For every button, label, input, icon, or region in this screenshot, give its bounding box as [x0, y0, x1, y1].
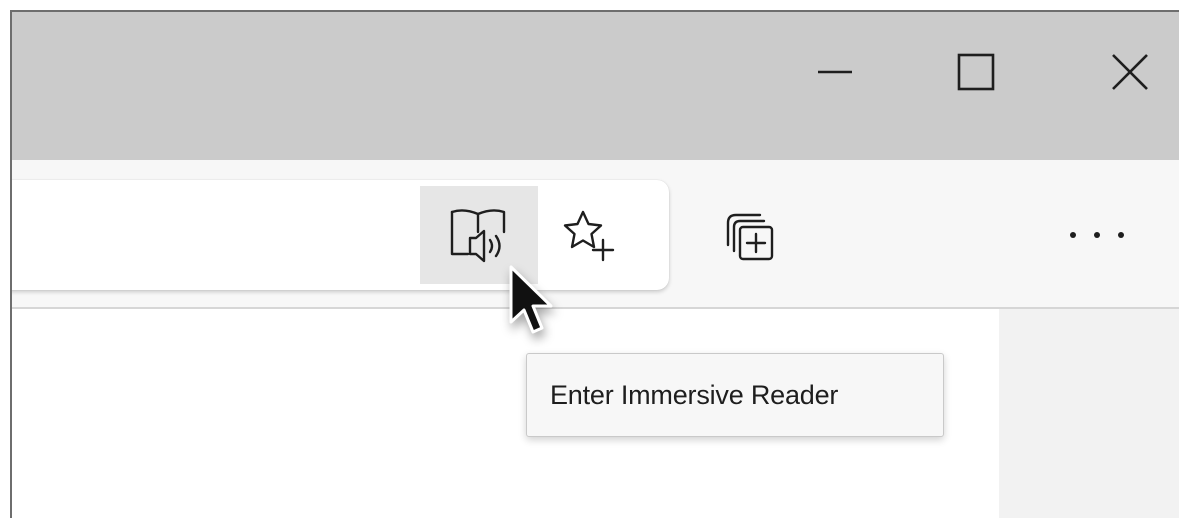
- minimize-icon: [818, 70, 852, 74]
- address-bar[interactable]: [12, 180, 669, 290]
- more-horizontal-icon: [1070, 232, 1124, 238]
- add-to-favorites-icon: [563, 210, 615, 262]
- maximize-button[interactable]: [916, 12, 1036, 132]
- settings-and-more-button[interactable]: [1042, 186, 1152, 284]
- immersive-reader-icon: [450, 209, 506, 263]
- tooltip: Enter Immersive Reader: [526, 353, 944, 437]
- collections-icon: [726, 213, 774, 261]
- browser-window: [10, 10, 1179, 518]
- tooltip-text: Enter Immersive Reader: [550, 379, 839, 410]
- mouse-pointer-icon: [509, 265, 553, 334]
- collections-button[interactable]: [700, 186, 800, 284]
- close-button[interactable]: [1070, 12, 1179, 132]
- side-panel: [999, 309, 1179, 518]
- toolbar: [12, 160, 1179, 309]
- minimize-button[interactable]: [775, 12, 895, 132]
- close-icon: [1112, 54, 1148, 90]
- title-bar: [12, 12, 1179, 160]
- maximize-icon: [957, 53, 995, 91]
